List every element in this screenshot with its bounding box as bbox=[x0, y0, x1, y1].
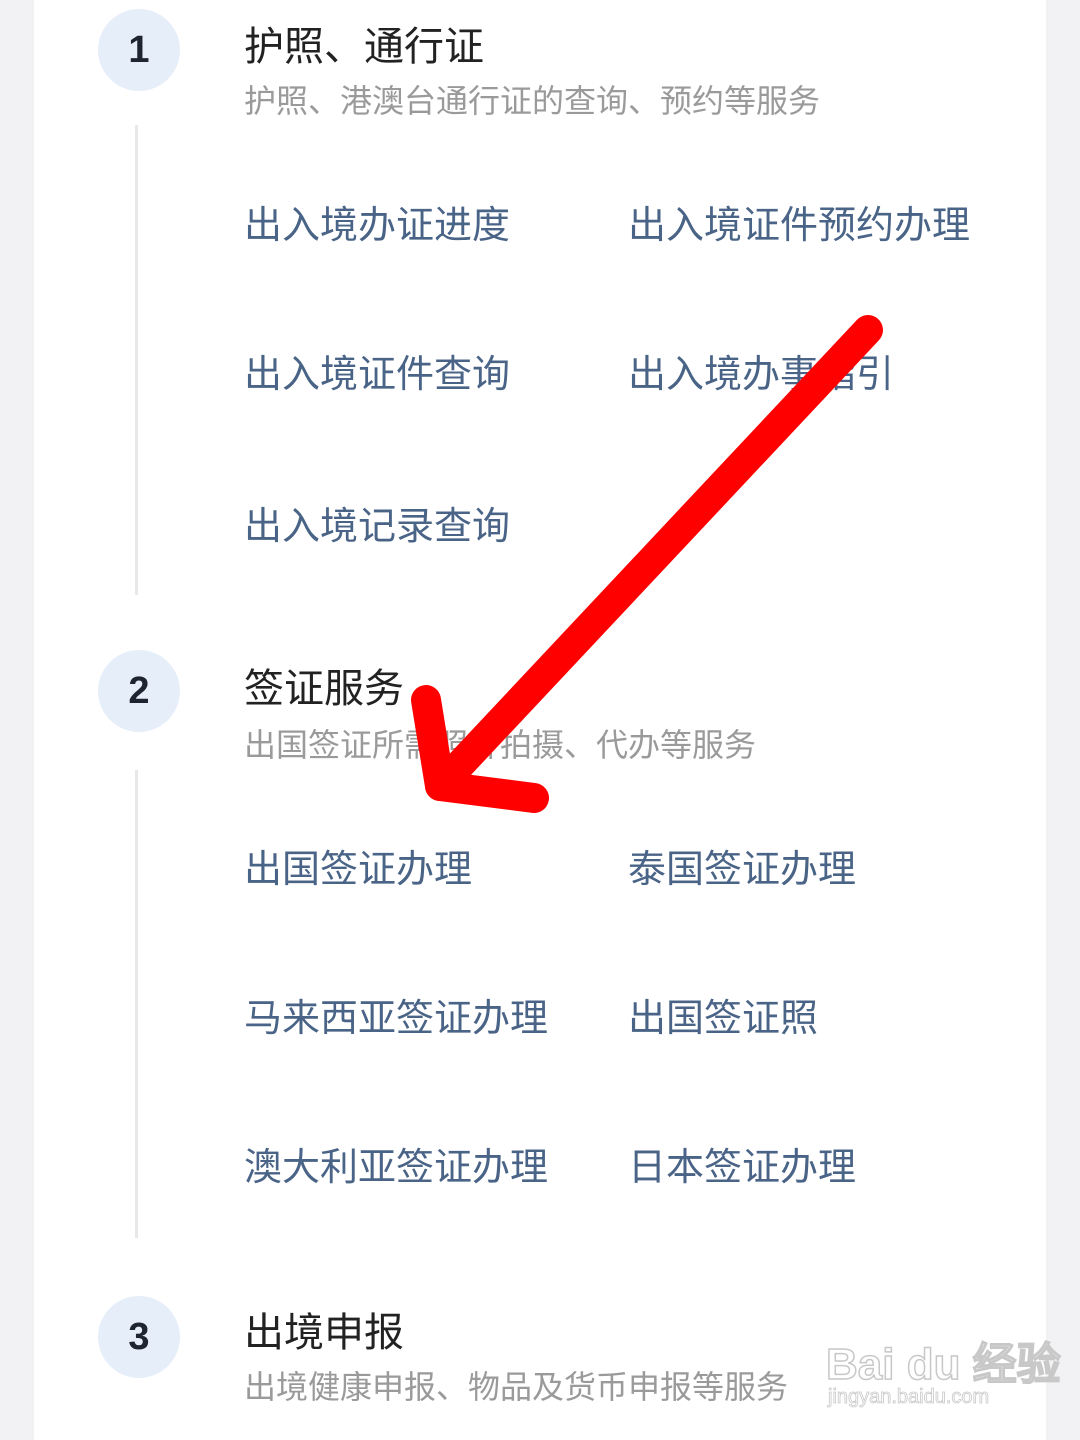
baidu-jingyan-watermark: Bai du 经验 jingyan.baidu.com bbox=[825, 1320, 1061, 1420]
section-title: 护照、通行证 bbox=[244, 24, 484, 70]
link-entry-exit-progress[interactable]: 出入境办证进度 bbox=[244, 194, 510, 249]
link-entry-exit-guide[interactable]: 出入境办事指引 bbox=[628, 343, 894, 398]
section-subtitle: 出境健康申报、物品及货币申报等服务 bbox=[244, 1368, 789, 1406]
link-thailand-visa[interactable]: 泰国签证办理 bbox=[628, 838, 856, 893]
section-subtitle: 出国签证所需照片拍摄、代办等服务 bbox=[244, 726, 757, 764]
section-title: 签证服务 bbox=[244, 666, 404, 712]
link-entry-exit-record-query[interactable]: 出入境记录查询 bbox=[244, 495, 510, 550]
timeline-connector bbox=[135, 125, 138, 595]
section-subtitle: 护照、港澳台通行证的查询、预约等服务 bbox=[244, 82, 821, 120]
step-number-badge: 1 bbox=[98, 9, 180, 91]
timeline-connector bbox=[135, 770, 138, 1238]
link-visa-apply[interactable]: 出国签证办理 bbox=[244, 838, 472, 893]
link-visa-photo[interactable]: 出国签证照 bbox=[628, 987, 818, 1042]
watermark-brand: Bai du 经验 bbox=[825, 1339, 1061, 1390]
link-entry-exit-document-query[interactable]: 出入境证件查询 bbox=[244, 343, 510, 398]
section-title: 出境申报 bbox=[244, 1310, 404, 1356]
link-japan-visa[interactable]: 日本签证办理 bbox=[628, 1136, 856, 1191]
service-list-card: 1 护照、通行证 护照、港澳台通行证的查询、预约等服务 出入境办证进度 出入境证… bbox=[34, 0, 1046, 1440]
link-entry-exit-appointment[interactable]: 出入境证件预约办理 bbox=[628, 194, 970, 249]
watermark-url: jingyan.baidu.com bbox=[828, 1386, 990, 1409]
step-number-badge: 2 bbox=[98, 650, 180, 732]
step-number-badge: 3 bbox=[98, 1296, 180, 1378]
link-malaysia-visa[interactable]: 马来西亚签证办理 bbox=[244, 987, 548, 1042]
link-australia-visa[interactable]: 澳大利亚签证办理 bbox=[244, 1136, 548, 1191]
